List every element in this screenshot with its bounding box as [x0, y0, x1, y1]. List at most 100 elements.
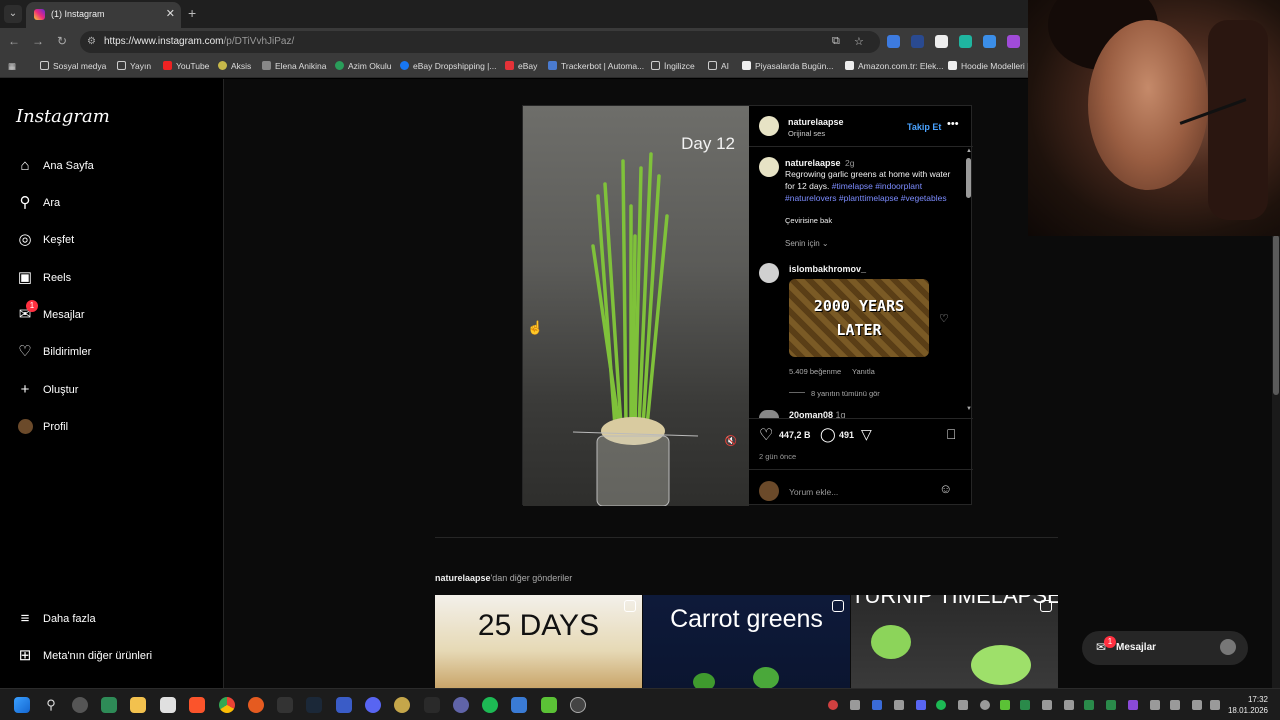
audio-label[interactable]: Orijinal ses — [788, 129, 825, 138]
bookmark-link[interactable]: eBay Dropshipping |... — [400, 61, 496, 71]
reload-icon[interactable]: ↻ — [54, 34, 70, 48]
address-bar[interactable]: ⚙ https://www.instagram.com/p/DTiVvhJiPa… — [80, 31, 880, 53]
scrollbar-thumb[interactable] — [966, 158, 971, 198]
browser-tab[interactable]: (1) Instagram ✕ — [26, 2, 181, 28]
more-options-icon[interactable]: ••• — [947, 118, 959, 130]
bookmark-link[interactable]: Aksis — [218, 61, 251, 71]
tray-icon[interactable] — [828, 700, 838, 710]
post-thumbnail[interactable]: Carrot greens — [643, 595, 850, 688]
author-username[interactable]: naturelaapse — [788, 117, 844, 127]
post-thumbnail[interactable]: 25 DAYS — [435, 595, 642, 688]
bookmark-link[interactable]: Amazon.com.tr: Elek... — [845, 61, 944, 71]
close-tab-icon[interactable]: ✕ — [166, 7, 175, 20]
sidebar-item-create[interactable]: + Oluştur — [16, 379, 206, 403]
extension-icon[interactable] — [959, 35, 972, 48]
tray-icon[interactable] — [1000, 700, 1010, 710]
sidebar-item-home[interactable]: ⌂ Ana Sayfa — [16, 155, 206, 179]
comments-scrollbar[interactable]: ▲ ▼ — [965, 148, 972, 416]
sidebar-item-meta[interactable]: ⊞ Meta'nın diğer ürünleri — [16, 645, 206, 669]
start-menu-icon[interactable] — [14, 697, 30, 713]
brave-icon[interactable] — [189, 697, 205, 713]
bookmark-link[interactable]: Hoodie Modelleri |... — [948, 61, 1036, 71]
tray-icon[interactable] — [1128, 700, 1138, 710]
comment-icon[interactable]: ◯ — [820, 426, 836, 443]
app-icon[interactable] — [453, 697, 469, 713]
sidebar-item-reels[interactable]: ▣ Reels — [16, 267, 206, 291]
tray-icon[interactable] — [936, 700, 946, 710]
save-icon[interactable]: ⎕ — [947, 426, 955, 443]
caption-username[interactable]: naturelaapse — [785, 158, 841, 168]
sidebar-item-profile[interactable]: Profil — [16, 416, 206, 440]
site-info-icon[interactable]: ⚙ — [87, 36, 96, 47]
tray-icon[interactable] — [1020, 700, 1030, 710]
follow-button[interactable]: Takip Et — [907, 122, 941, 132]
comment-input[interactable]: Yorum ekle... — [789, 487, 838, 497]
bookmark-link[interactable]: Piyasalarda Bugün... — [742, 61, 833, 71]
tray-icon[interactable] — [1064, 700, 1074, 710]
scroll-up-icon[interactable]: ▲ — [966, 148, 972, 154]
bookmark-link[interactable]: Trackerbot | Automa... — [548, 61, 644, 71]
messages-floating-button[interactable]: ✉ 1 Mesajlar — [1082, 631, 1248, 665]
bookmark-folder[interactable]: Yayın — [117, 61, 151, 71]
author-avatar[interactable] — [759, 157, 779, 177]
app-icon[interactable] — [394, 697, 410, 713]
bookmark-folder[interactable]: Sosyal medya — [40, 61, 106, 71]
store-icon[interactable] — [160, 697, 176, 713]
sidebar-item-notifications[interactable]: ♡ Bildirimler — [16, 341, 206, 365]
post-video[interactable]: Day 12 🔇 — [523, 106, 749, 506]
file-explorer-icon[interactable] — [130, 697, 146, 713]
forward-icon[interactable]: → — [30, 34, 46, 48]
system-clock[interactable]: 17:32 18.01.2026 — [1228, 694, 1268, 716]
sidebar-item-more[interactable]: ≡ Daha fazla — [16, 608, 206, 632]
share-icon[interactable]: ▽ — [861, 426, 872, 443]
see-translation-link[interactable]: Çevirisine bak — [785, 216, 832, 225]
emoji-icon[interactable]: ☺ — [939, 481, 952, 496]
epic-games-icon[interactable] — [277, 697, 293, 713]
bookmark-link[interactable]: eBay — [505, 61, 537, 71]
commenter-username[interactable]: islombakhromov_ — [789, 264, 866, 274]
chrome-icon[interactable] — [219, 697, 235, 713]
reply-link[interactable]: Yanıtla — [852, 367, 875, 376]
like-icon[interactable]: ♡ — [759, 425, 773, 445]
extension-icon[interactable] — [935, 35, 948, 48]
bookmark-star-icon[interactable]: ☆ — [854, 35, 864, 48]
new-tab-button[interactable]: + — [188, 5, 196, 21]
install-app-icon[interactable]: ⧉ — [832, 35, 840, 48]
tray-icon[interactable] — [1084, 700, 1094, 710]
sidebar-item-search[interactable]: ⚲ Ara — [16, 192, 206, 216]
scrollbar-thumb[interactable] — [1273, 235, 1279, 395]
instagram-logo[interactable]: Instagram — [16, 106, 110, 127]
more-posts-username[interactable]: naturelaapse — [435, 573, 491, 583]
spotify-icon[interactable] — [482, 697, 498, 713]
bookmark-link[interactable]: Elena Anikina — [262, 61, 327, 71]
bookmark-folder[interactable]: İngilizce — [651, 61, 695, 71]
comment-like-icon[interactable]: ♡ — [939, 312, 949, 325]
tray-icon[interactable] — [1150, 700, 1160, 710]
commenter-avatar[interactable] — [759, 410, 779, 418]
app-icon[interactable] — [248, 697, 264, 713]
tray-icon[interactable] — [1106, 700, 1116, 710]
app-icon[interactable] — [511, 697, 527, 713]
app-icon[interactable] — [541, 697, 557, 713]
tab-search-button[interactable]: ⌄ — [4, 5, 22, 23]
terminal-icon[interactable] — [424, 697, 440, 713]
discord-icon[interactable] — [365, 697, 381, 713]
post-thumbnail[interactable]: TURNIP TIMELAPSE — [851, 595, 1058, 688]
extension-icon[interactable] — [983, 35, 996, 48]
extension-icon[interactable] — [911, 35, 924, 48]
apps-grid-icon[interactable]: ▦ — [8, 61, 16, 72]
app-icon[interactable] — [336, 697, 352, 713]
scroll-down-icon[interactable]: ▼ — [966, 406, 972, 412]
bookmark-folder[interactable]: AI — [708, 61, 729, 71]
bookmark-link[interactable]: Azim Okulu — [335, 61, 391, 71]
extension-icon[interactable] — [1007, 35, 1020, 48]
tray-icon[interactable] — [872, 700, 882, 710]
app-icon[interactable] — [72, 697, 88, 713]
like-count[interactable]: 447,2 B — [779, 430, 811, 440]
search-icon[interactable]: ⚲ — [43, 697, 59, 713]
view-replies-link[interactable]: 8 yanıtın tümünü gör — [811, 389, 880, 398]
bookmark-link[interactable]: YouTube — [163, 61, 209, 71]
xbox-icon[interactable] — [101, 697, 117, 713]
comment-likes[interactable]: 5.409 beğenme — [789, 367, 841, 376]
network-icon[interactable] — [1192, 700, 1202, 710]
